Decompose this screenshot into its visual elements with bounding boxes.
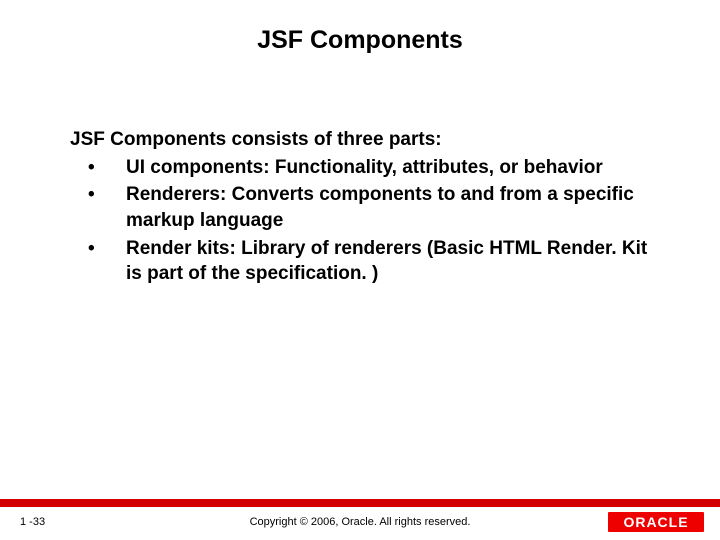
logo-text: ORACLE [623,514,688,530]
bullet-list: • UI components: Functionality, attribut… [70,155,650,287]
bullet-text: Render kits: Library of renderers (Basic… [126,238,647,285]
slide-title: JSF Components [0,0,720,55]
accent-bar [0,499,720,507]
oracle-logo: ORACLE [608,512,704,532]
bullet-text: Renderers: Converts components to and fr… [126,184,634,231]
bullet-icon: • [88,182,95,208]
list-item: • Renderers: Converts components to and … [70,182,650,233]
intro-text: JSF Components consists of three parts: [70,127,650,153]
bullet-icon: • [88,155,95,181]
slide: JSF Components JSF Components consists o… [0,0,720,540]
slide-content: JSF Components consists of three parts: … [0,55,720,287]
list-item: • UI components: Functionality, attribut… [70,155,650,181]
list-item: • Render kits: Library of renderers (Bas… [70,236,650,287]
bullet-text: UI components: Functionality, attributes… [126,157,603,178]
bullet-icon: • [88,236,95,262]
slide-footer: 1 -33 Copyright © 2006, Oracle. All righ… [0,500,720,540]
